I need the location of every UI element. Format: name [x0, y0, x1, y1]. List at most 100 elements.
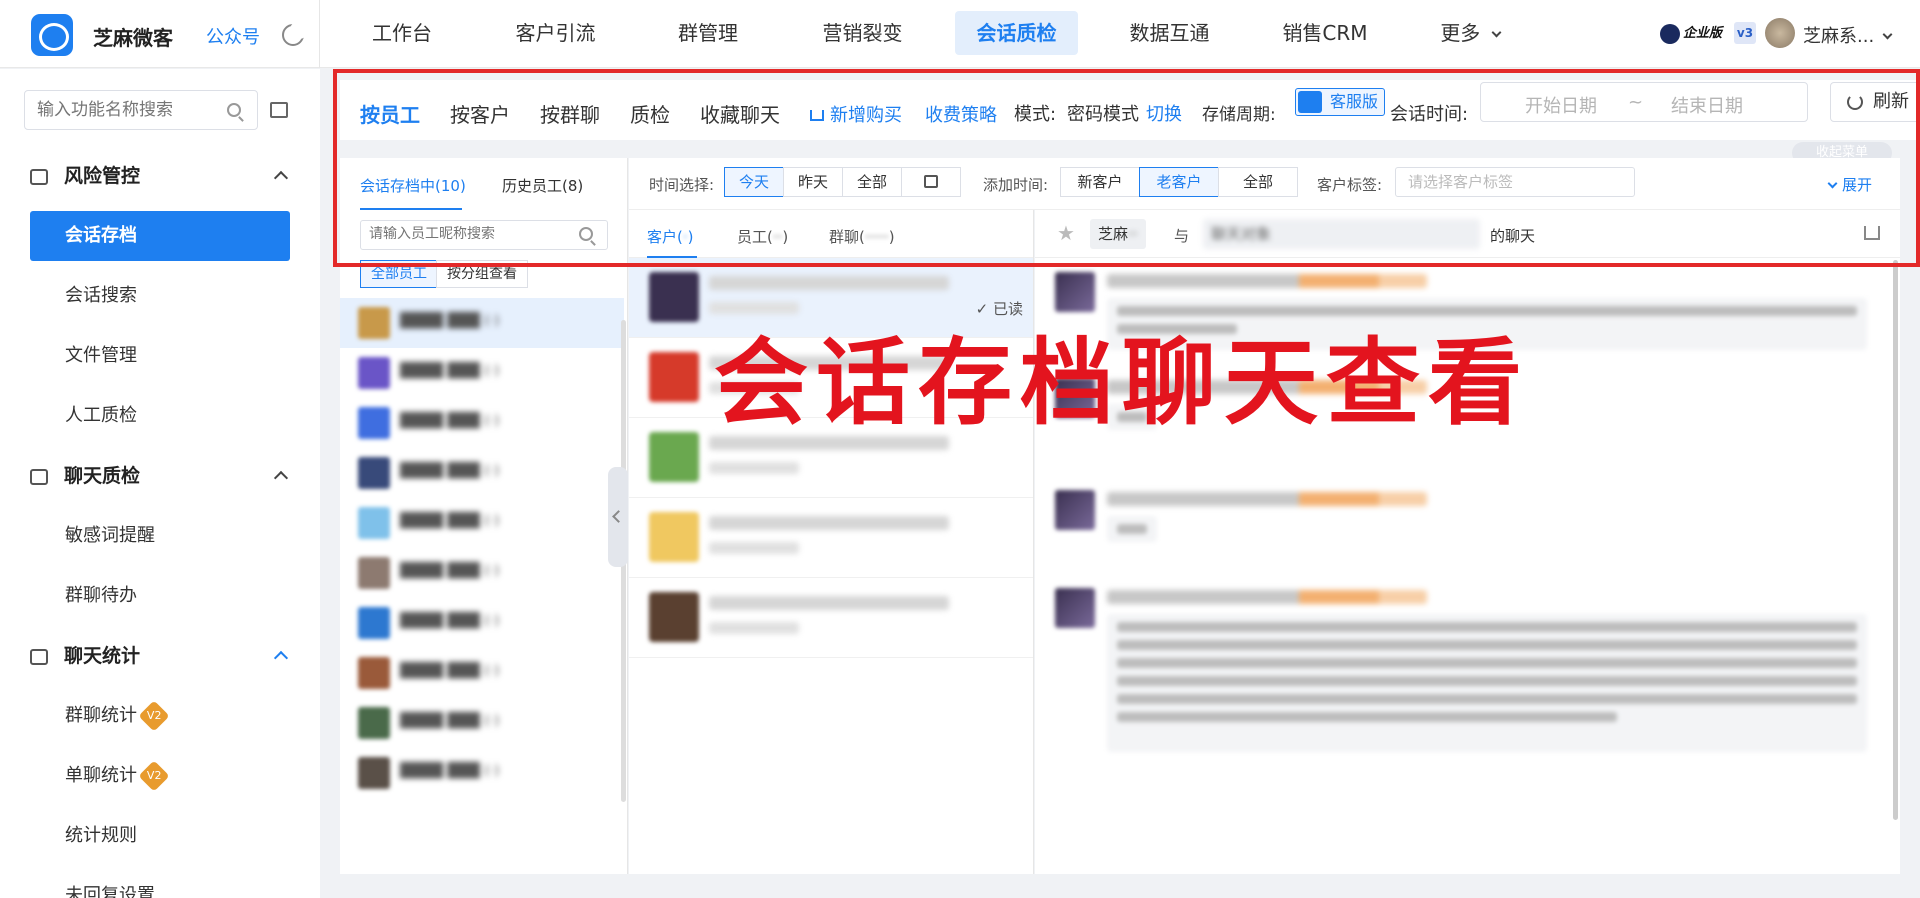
sidebar-item-session-search[interactable]: 会话搜索	[30, 271, 290, 321]
chevron-down-icon	[1882, 29, 1893, 40]
list-item[interactable]	[629, 418, 1033, 498]
filter-bar: 时间选择: 今天 昨天 全部 添加时间: 新客户 老客户 全部 客户标签: 请选…	[629, 158, 1900, 210]
conversation-title	[709, 356, 949, 370]
group-risk-control[interactable]: 风险管控	[30, 161, 140, 191]
download-icon[interactable]	[1864, 226, 1880, 240]
chevron-up-icon[interactable]	[273, 170, 289, 186]
group-chat-qc[interactable]: 聊天质检	[30, 461, 140, 491]
sidebar-item-sensitive-words[interactable]: 敏感词提醒	[30, 511, 290, 561]
refresh-button[interactable]: 刷新	[1830, 82, 1920, 122]
list-item[interactable]: ████ ███ (·)	[340, 348, 624, 398]
employee-name: ████ ███ (·)	[400, 513, 500, 529]
list-item[interactable]: ████ ███ (·)	[340, 498, 624, 548]
tab-by-customer[interactable]: 按客户	[450, 99, 510, 128]
panel-collapse-handle[interactable]	[608, 467, 628, 567]
tag-label: 客户标签:	[1317, 176, 1383, 194]
buy-link[interactable]: 新增购买	[810, 101, 902, 127]
search-icon[interactable]	[579, 227, 593, 241]
nav-marketing[interactable]: 营销裂变	[810, 11, 915, 55]
tab-history-employees[interactable]: 历史员工(8)	[502, 175, 583, 196]
sidebar-item-single-stats[interactable]: 单聊统计 V2	[30, 751, 290, 801]
list-item[interactable]: ████ ███ (·)	[340, 298, 624, 348]
nav-more[interactable]: 更多	[1430, 11, 1510, 55]
group-chat-stats[interactable]: 聊天统计	[30, 641, 140, 671]
list-item[interactable]: ████ ███ (·)	[340, 648, 624, 698]
chevron-up-icon[interactable]	[273, 470, 289, 486]
tab-favorites[interactable]: 收藏聊天	[700, 99, 780, 128]
filter-all-time[interactable]: 全部	[842, 167, 902, 197]
employee-search-input[interactable]	[369, 226, 569, 242]
list-item[interactable]: ✓ 已读	[629, 258, 1033, 338]
function-search-input[interactable]	[37, 99, 217, 121]
list-item[interactable]	[629, 578, 1033, 658]
risk-icon	[30, 168, 48, 185]
sidebar-item-session-archive[interactable]: 会话存档	[30, 211, 290, 261]
by-group-toggle[interactable]: 按分组查看	[436, 260, 528, 288]
sidebar-item-stat-rules[interactable]: 统计规则	[30, 811, 290, 861]
function-search[interactable]	[24, 90, 258, 130]
list-item[interactable]: ████ ███ (·)	[340, 548, 624, 598]
tab-staff[interactable]: 员工(··)	[737, 226, 788, 247]
edition-icon	[1660, 23, 1680, 44]
tab-by-group[interactable]: 按群聊	[540, 99, 600, 128]
tab-archiving-employees[interactable]: 会话存档中(10)	[360, 175, 466, 196]
with-label: 与	[1174, 227, 1190, 245]
employee-name: ████ ███ (·)	[400, 663, 500, 679]
user-name[interactable]: 芝麻系...	[1803, 22, 1893, 48]
message-bubble	[1107, 404, 1157, 430]
expand-button[interactable]: 展开	[1827, 174, 1872, 195]
list-item[interactable]: ████ ███ (·)	[340, 398, 624, 448]
filter-today[interactable]: 今天	[724, 167, 784, 197]
list-item[interactable]: ████ ███ (·)	[340, 448, 624, 498]
sidebar-item-no-reply[interactable]: 未回复设置	[30, 871, 290, 898]
tab-customers[interactable]: 客户(·)	[647, 226, 694, 247]
tag-select[interactable]: 请选择客户标签	[1395, 167, 1635, 197]
chevron-up-icon[interactable]	[273, 650, 289, 666]
list-item[interactable]	[629, 338, 1033, 418]
tab-by-employee[interactable]: 按员工	[360, 99, 420, 128]
list-item[interactable]: ████ ███ (·)	[340, 598, 624, 648]
calendar-button[interactable]	[901, 167, 961, 197]
version-badge: v3	[1734, 22, 1756, 44]
sidebar-item-group-todo[interactable]: 群聊待办	[30, 571, 290, 621]
sidebar-item-manual-qc[interactable]: 人工质检	[30, 391, 290, 441]
avatar	[358, 457, 390, 489]
start-date[interactable]: 开始日期	[1525, 92, 1597, 118]
search-icon[interactable]	[227, 103, 241, 117]
list-item[interactable]	[629, 498, 1033, 578]
employee-search[interactable]	[360, 220, 608, 250]
nav-group-mgmt[interactable]: 群管理	[658, 11, 758, 55]
employee-list: ████ ███ (·) ████ ███ (·) ████ ███ (·) ████…	[340, 298, 624, 798]
star-icon[interactable]: ★	[1057, 221, 1075, 245]
all-employees-toggle[interactable]: 全部员工	[360, 260, 438, 288]
message-avatar	[1055, 272, 1095, 312]
layout-toggle-icon[interactable]	[270, 102, 288, 118]
switch-mode-link[interactable]: 切换	[1146, 100, 1182, 126]
filter-all-customer[interactable]: 全部	[1218, 167, 1298, 197]
nav-workbench[interactable]: 工作台	[352, 11, 452, 55]
filter-yesterday[interactable]: 昨天	[783, 167, 843, 197]
nav-session-qc[interactable]: 会话质检	[955, 11, 1078, 55]
avatar[interactable]	[1765, 18, 1795, 48]
nav-data-sync[interactable]: 数据互通	[1117, 11, 1222, 55]
avatar	[649, 272, 699, 322]
sidebar-item-group-stats[interactable]: 群聊统计 V2	[30, 691, 290, 741]
sidebar-item-file-mgmt[interactable]: 文件管理	[30, 331, 290, 381]
session-date-range[interactable]: 开始日期 ~ 结束日期	[1480, 82, 1808, 122]
end-date[interactable]: 结束日期	[1671, 92, 1743, 118]
tab-qc[interactable]: 质检	[630, 99, 670, 128]
app-logo-icon[interactable]	[31, 14, 73, 56]
official-account-link[interactable]: 公众号	[206, 23, 260, 49]
list-item[interactable]: ████ ███ (·)	[340, 698, 624, 748]
nav-crm[interactable]: 销售CRM	[1270, 11, 1380, 55]
nav-traffic[interactable]: 客户引流	[503, 11, 608, 55]
fee-policy-link[interactable]: 收费策略	[925, 101, 997, 127]
chat-scrollbar[interactable]	[1893, 260, 1898, 820]
employee-name: ████ ███ (·)	[400, 463, 500, 479]
list-item[interactable]: ████ ███ (·)	[340, 748, 624, 798]
tab-group-chats[interactable]: 群聊(·····)	[829, 226, 895, 247]
filter-new-customer[interactable]: 新客户	[1060, 167, 1140, 197]
filter-old-customer[interactable]: 老客户	[1139, 167, 1219, 197]
dark-mode-icon[interactable]	[282, 21, 308, 46]
employee-name: ████ ███ (·)	[400, 763, 500, 779]
